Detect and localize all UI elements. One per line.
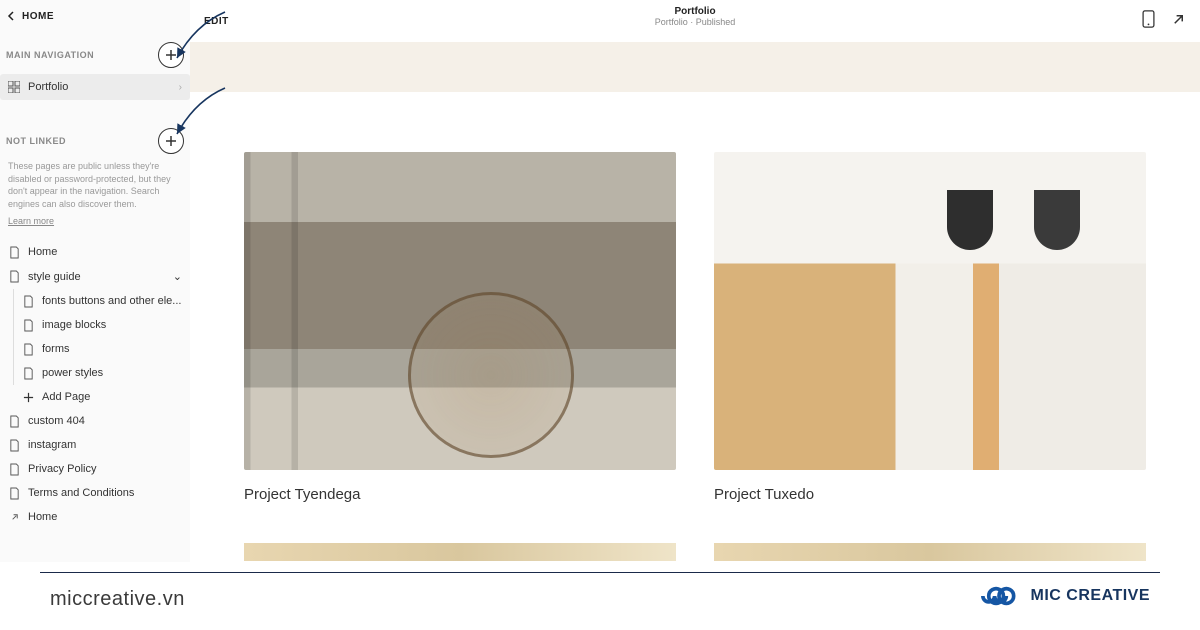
footer-brand: MIC CREATIVE <box>977 584 1150 608</box>
mobile-preview-icon[interactable] <box>1142 10 1155 33</box>
main-navigation-label: MAIN NAVIGATION <box>6 50 94 60</box>
page-icon <box>8 271 20 283</box>
page-label: style guide <box>28 271 81 283</box>
chevron-left-icon <box>6 10 18 22</box>
back-home-link[interactable]: HOME <box>0 0 190 32</box>
portfolio-thumbnail-partial <box>244 543 676 561</box>
page-item-power-styles[interactable]: power styles <box>0 361 190 385</box>
page-content: Project Tyendega Project Tuxedo <box>190 92 1200 562</box>
nav-item-portfolio[interactable]: Portfolio › <box>0 74 190 100</box>
link-icon <box>8 511 20 523</box>
app-root: HOME MAIN NAVIGATION Portfolio › NOT LIN… <box>0 0 1200 630</box>
plus-icon <box>22 391 34 403</box>
page-item-home[interactable]: Home <box>0 240 190 264</box>
editor-frame: HOME MAIN NAVIGATION Portfolio › NOT LIN… <box>0 0 1200 562</box>
page-icon <box>8 463 20 475</box>
page-icon <box>22 295 34 307</box>
topbar-title-block: Portfolio Portfolio · Published <box>655 6 736 27</box>
chevron-right-icon: › <box>179 82 182 93</box>
page-item-forms[interactable]: forms <box>0 337 190 361</box>
brand-name: MIC CREATIVE <box>1031 587 1150 605</box>
page-icon <box>8 246 20 258</box>
page-header-band <box>190 42 1200 92</box>
main-navigation-header: MAIN NAVIGATION <box>0 32 190 74</box>
nav-item-label: Portfolio <box>28 81 68 93</box>
brand-logo-icon <box>977 584 1021 608</box>
page-item-terms[interactable]: Terms and Conditions <box>0 481 190 505</box>
sidebar: HOME MAIN NAVIGATION Portfolio › NOT LIN… <box>0 0 190 562</box>
topbar-subtitle: Portfolio · Published <box>655 17 736 27</box>
topbar-actions <box>1142 10 1186 33</box>
page-label: fonts buttons and other ele... <box>42 295 181 307</box>
chevron-down-icon: ⌄ <box>173 270 182 283</box>
page-list: Home style guide ⌄ fonts buttons and oth… <box>0 234 190 529</box>
page-item-custom-404[interactable]: custom 404 <box>0 409 190 433</box>
page-label: image blocks <box>42 319 106 331</box>
add-page-button[interactable]: Add Page <box>0 385 190 409</box>
grid-icon <box>8 81 20 93</box>
portfolio-grid-row: Project Tyendega Project Tuxedo <box>244 152 1146 503</box>
not-linked-label: NOT LINKED <box>6 136 66 146</box>
page-label: Terms and Conditions <box>28 487 134 499</box>
footer-domain: miccreative.vn <box>50 588 185 611</box>
add-page-label: Add Page <box>42 391 90 403</box>
page-label: custom 404 <box>28 415 85 427</box>
learn-more-link[interactable]: Learn more <box>0 216 190 234</box>
page-item-privacy[interactable]: Privacy Policy <box>0 457 190 481</box>
page-label: Home <box>28 246 57 258</box>
open-external-icon[interactable] <box>1171 12 1186 32</box>
page-item-fonts[interactable]: fonts buttons and other ele... <box>0 289 190 313</box>
edit-button[interactable]: EDIT <box>204 16 229 27</box>
topbar-title: Portfolio <box>655 6 736 17</box>
page-item-instagram[interactable]: instagram <box>0 433 190 457</box>
page-label: Privacy Policy <box>28 463 96 475</box>
page-item-style-guide[interactable]: style guide ⌄ <box>0 264 190 289</box>
page-item-home-link[interactable]: Home <box>0 505 190 529</box>
portfolio-thumbnail <box>714 152 1146 470</box>
portfolio-card[interactable]: Project Tuxedo <box>714 152 1146 503</box>
main-panel: EDIT Portfolio Portfolio · Published <box>190 0 1200 562</box>
topbar: EDIT Portfolio Portfolio · Published <box>190 0 1200 42</box>
page-icon <box>8 487 20 499</box>
page-icon <box>22 367 34 379</box>
footer-divider <box>40 572 1160 573</box>
page-icon <box>8 415 20 427</box>
page-icon <box>8 439 20 451</box>
portfolio-thumbnail <box>244 152 676 470</box>
page-label: instagram <box>28 439 76 451</box>
portfolio-grid-row-2 <box>244 543 1146 561</box>
add-main-nav-button[interactable] <box>158 42 184 68</box>
portfolio-thumbnail-partial <box>714 543 1146 561</box>
portfolio-card[interactable]: Project Tyendega <box>244 152 676 503</box>
add-not-linked-button[interactable] <box>158 128 184 154</box>
back-home-label: HOME <box>22 11 54 22</box>
page-label: Home <box>28 511 57 523</box>
page-icon <box>22 319 34 331</box>
page-label: power styles <box>42 367 103 379</box>
not-linked-header: NOT LINKED <box>0 118 190 160</box>
page-icon <box>22 343 34 355</box>
page-item-image-blocks[interactable]: image blocks <box>0 313 190 337</box>
not-linked-description: These pages are public unless they're di… <box>0 160 190 216</box>
portfolio-caption: Project Tuxedo <box>714 470 1146 503</box>
portfolio-caption: Project Tyendega <box>244 470 676 503</box>
page-label: forms <box>42 343 70 355</box>
